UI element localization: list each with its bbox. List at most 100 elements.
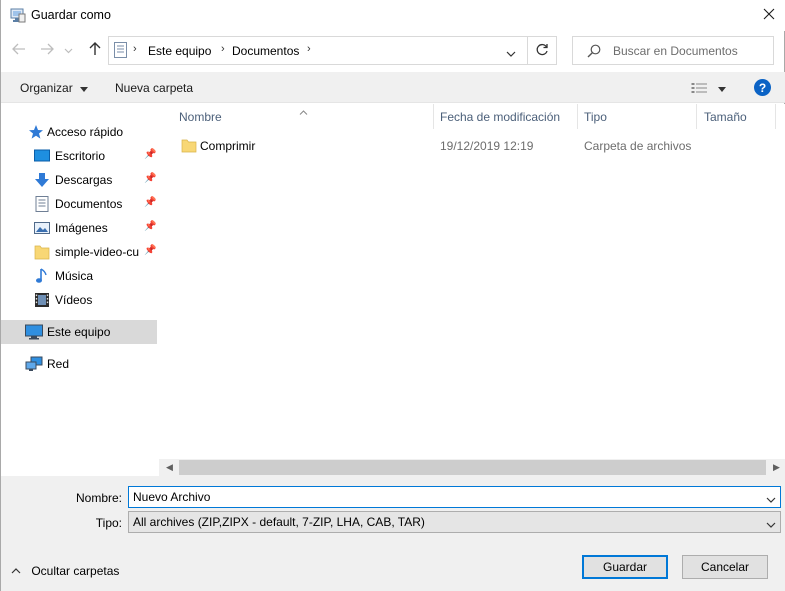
close-icon <box>763 8 775 23</box>
sidebar-item-label: Este equipo <box>47 325 111 339</box>
column-divider[interactable] <box>433 104 434 129</box>
organize-button[interactable]: Organizar <box>20 81 89 95</box>
save-options-panel: Nombre: Nuevo Archivo Tipo: All archives… <box>1 476 785 591</box>
save-button[interactable]: Guardar <box>582 555 668 579</box>
sidebar-item-label: simple-video-cu <box>55 245 140 259</box>
view-options-icon <box>691 82 709 97</box>
sidebar-item-label: Imágenes <box>55 221 108 235</box>
breadcrumb-separator: › <box>307 43 311 55</box>
up-button[interactable] <box>84 38 106 62</box>
folder-icon <box>181 138 197 157</box>
save-as-dialog: Guardar como › Este equipo › Documentos … <box>0 0 785 591</box>
sidebar-item-label: Escritorio <box>55 149 106 163</box>
document-icon <box>114 42 127 61</box>
column-header-modified[interactable]: Fecha de modificación <box>440 104 577 129</box>
column-header-size[interactable]: Tamaño <box>704 104 774 129</box>
column-divider[interactable] <box>577 104 578 129</box>
breadcrumb-documentos[interactable]: Documentos <box>232 44 299 58</box>
caret-down-icon <box>80 81 89 95</box>
hide-folders-toggle[interactable]: Ocultar carpetas <box>11 563 119 578</box>
search-icon <box>587 44 601 61</box>
column-header-name[interactable]: Nombre <box>179 104 433 129</box>
cancel-button[interactable]: Cancelar <box>682 555 768 579</box>
search-placeholder: Buscar en Documentos <box>613 44 738 58</box>
download-icon <box>34 172 50 188</box>
chevron-up-icon <box>11 563 21 577</box>
file-type-select[interactable]: All archives (ZIP,ZIPX - default, 7-ZIP,… <box>128 511 781 533</box>
sidebar-item-acceso-rapido[interactable]: Acceso rápido <box>1 120 157 144</box>
file-type-label: Tipo: <box>95 516 122 530</box>
sidebar-item-label: Documentos <box>55 197 123 211</box>
computer-icon <box>25 324 43 340</box>
pictures-icon <box>34 220 50 236</box>
column-header-type[interactable]: Tipo <box>584 104 696 129</box>
sidebar-item-este-equipo[interactable]: Este equipo <box>1 320 157 344</box>
star-icon <box>28 124 44 140</box>
arrow-right-icon <box>40 43 54 58</box>
file-type: Carpeta de archivos <box>584 139 692 153</box>
refresh-button[interactable] <box>528 36 557 65</box>
file-modified: 19/12/2019 12:19 <box>440 139 534 153</box>
music-icon <box>35 268 51 284</box>
organize-label: Organizar <box>20 81 73 95</box>
scroll-right-arrow-icon[interactable]: ▶ <box>768 461 785 474</box>
search-input[interactable]: Buscar en Documentos <box>572 36 774 65</box>
address-bar[interactable]: › Este equipo › Documentos › <box>108 36 528 65</box>
sidebar-item-label: Acceso rápido <box>47 125 124 139</box>
forward-button[interactable] <box>36 38 58 62</box>
scrollbar-thumb[interactable] <box>179 460 766 475</box>
refresh-icon <box>536 43 549 59</box>
folder-icon <box>34 244 50 260</box>
file-name-value: Nuevo Archivo <box>133 490 211 504</box>
sidebar-item-videos[interactable]: Vídeos <box>1 288 157 312</box>
view-options-button[interactable] <box>691 81 727 97</box>
sidebar-item-label: Red <box>47 357 70 371</box>
chevron-down-icon[interactable] <box>766 492 776 506</box>
sidebar-item-label: Vídeos <box>55 293 93 307</box>
new-folder-button[interactable]: Nueva carpeta <box>115 81 193 95</box>
address-dropdown-icon[interactable] <box>506 46 516 60</box>
sidebar-item-red[interactable]: Red <box>1 352 157 376</box>
pin-icon: 📌 <box>144 197 157 208</box>
file-name: Comprimir <box>200 139 256 153</box>
sidebar-item-label: Música <box>55 269 94 283</box>
navigation-pane: Acceso rápido Escritorio 📌 Descargas 📌 D… <box>1 104 159 476</box>
back-button[interactable] <box>8 38 30 62</box>
command-bar: Organizar Nueva carpeta ? <box>1 72 785 103</box>
column-divider[interactable] <box>775 104 776 129</box>
pin-icon: 📌 <box>144 245 157 256</box>
file-name-label: Nombre: <box>75 491 122 505</box>
pin-icon: 📌 <box>144 149 157 160</box>
sidebar-item-descargas[interactable]: Descargas 📌 <box>1 168 157 192</box>
window-title: Guardar como <box>31 8 111 22</box>
breadcrumb-este-equipo[interactable]: Este equipo <box>148 44 211 58</box>
document-icon <box>35 196 51 212</box>
video-icon <box>34 292 50 308</box>
help-button[interactable]: ? <box>754 79 771 96</box>
chevron-down-icon <box>64 43 73 57</box>
file-name-field[interactable]: Nuevo Archivo <box>128 486 781 508</box>
arrow-left-icon <box>12 43 26 58</box>
pin-icon: 📌 <box>144 221 157 232</box>
table-row[interactable]: Comprimir 19/12/2019 12:19 Carpeta de ar… <box>171 134 771 158</box>
arrow-up-icon <box>89 41 101 59</box>
breadcrumb-separator: › <box>133 43 137 55</box>
title-bar: Guardar como <box>1 0 785 31</box>
sidebar-item-imagenes[interactable]: Imágenes 📌 <box>1 216 157 240</box>
sidebar-item-musica[interactable]: Música <box>1 264 157 288</box>
column-divider[interactable] <box>696 104 697 129</box>
recent-locations-button[interactable] <box>61 38 75 62</box>
network-icon <box>25 356 43 372</box>
save-dialog-icon <box>10 8 26 23</box>
chevron-down-icon[interactable] <box>766 517 776 531</box>
sidebar-item-label: Descargas <box>55 173 113 187</box>
close-button[interactable] <box>751 0 785 31</box>
horizontal-scrollbar[interactable]: ◀ ▶ <box>159 459 785 476</box>
file-type-value: All archives (ZIP,ZIPX - default, 7-ZIP,… <box>133 515 425 529</box>
hide-folders-label: Ocultar carpetas <box>31 564 120 578</box>
pin-icon: 📌 <box>144 173 157 184</box>
sidebar-item-simple-video[interactable]: simple-video-cu 📌 <box>1 240 157 264</box>
sidebar-item-documentos[interactable]: Documentos 📌 <box>1 192 157 216</box>
sidebar-item-escritorio[interactable]: Escritorio 📌 <box>1 144 157 168</box>
scroll-left-arrow-icon[interactable]: ◀ <box>161 461 178 474</box>
